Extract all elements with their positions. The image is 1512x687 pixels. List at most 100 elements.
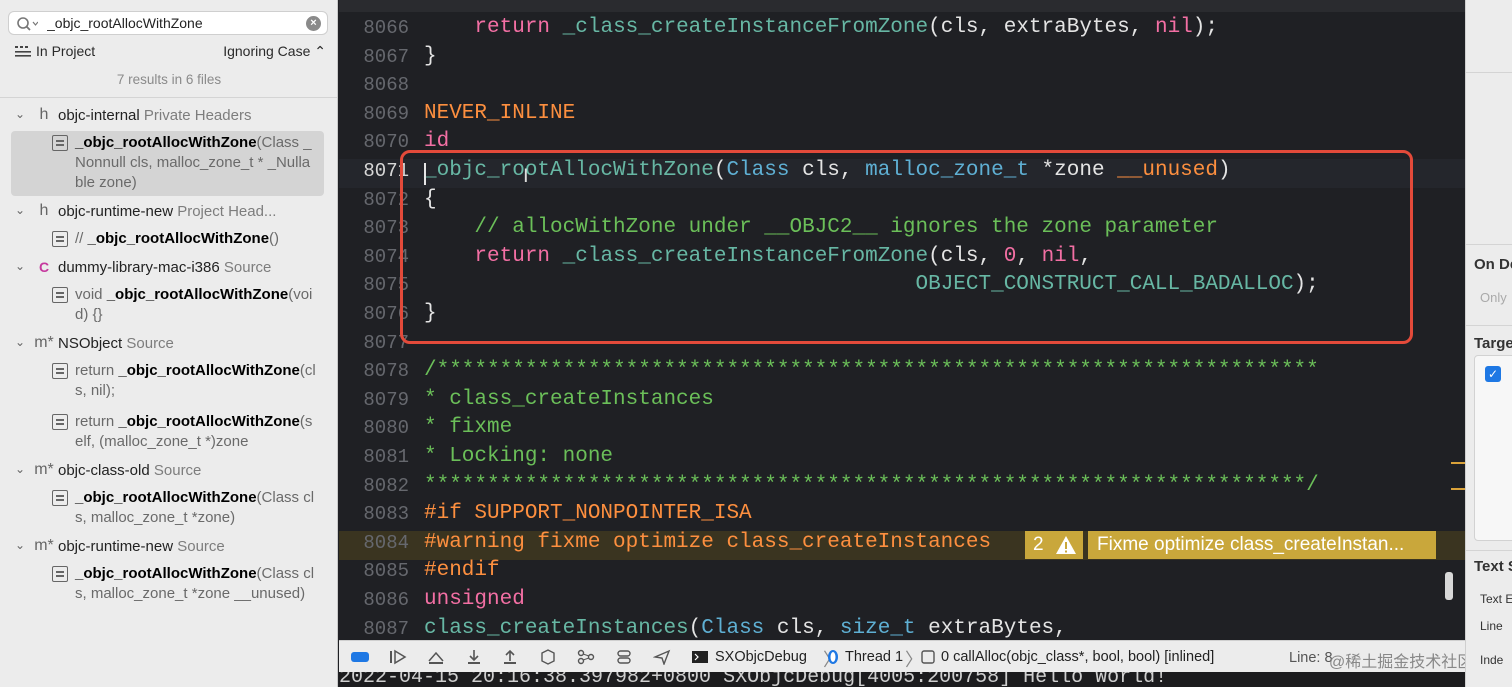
result-match[interactable]: return _objc_rootAllocWithZone(self, (ma… [11, 410, 324, 455]
simulate-location-icon[interactable] [653, 649, 671, 665]
c-file-icon: C [38, 259, 50, 275]
code-line[interactable]: * class_createInstances [424, 388, 714, 411]
line-endings-label: Line [1480, 619, 1503, 633]
code-token: nil [1154, 16, 1193, 39]
search-field-container[interactable]: × [8, 11, 328, 35]
line-number[interactable]: 8077 [339, 332, 409, 354]
result-match[interactable]: _objc_rootAllocWithZone(Class cls, mallo… [11, 486, 324, 531]
code-line[interactable]: #endif [424, 559, 500, 582]
disclosure-chevron-icon[interactable]: ⌄ [15, 259, 25, 273]
search-match-icon [52, 135, 68, 151]
editor-scrollbar[interactable] [1445, 572, 1453, 600]
code-token: NEVER_INLINE [424, 101, 576, 125]
result-file-name: objc-runtime-new Project Head... [58, 203, 276, 220]
result-file-4[interactable]: ⌄ m* objc-class-old Source [0, 461, 337, 483]
environment-overrides-icon[interactable] [615, 649, 633, 665]
line-number[interactable]: 8071 [339, 160, 409, 182]
result-match[interactable]: void _objc_rootAllocWithZone(void) {} [11, 283, 324, 328]
code-line[interactable]: NEVER_INLINE [424, 102, 575, 125]
code-line[interactable]: unsigned [424, 588, 525, 611]
line-number[interactable]: 8069 [339, 103, 409, 125]
code-line[interactable]: return _class_createInstanceFromZone(cls… [424, 16, 1218, 39]
warning-count-badge[interactable]: 2 [1025, 531, 1083, 559]
line-number[interactable]: 8066 [339, 17, 409, 39]
target-checkbox[interactable]: ✓ [1485, 366, 1501, 382]
code-line[interactable]: } [424, 45, 437, 68]
match-suffix: () [269, 230, 280, 247]
warning-message[interactable]: Fixme optimize class_createInstan... [1088, 531, 1436, 559]
result-file-0[interactable]: ⌄ h objc-internal Private Headers [0, 106, 337, 128]
disclosure-chevron-icon[interactable]: ⌄ [15, 107, 25, 121]
result-file-5[interactable]: ⌄ m* objc-runtime-new Source [0, 537, 337, 559]
debug-stack-frame[interactable]: 0 callAlloc(objc_class*, bool, bool) [in… [941, 649, 1214, 665]
debug-console[interactable]: 2022-04-15 20:16:38.397982+0800 SXObjcDe… [339, 672, 1465, 687]
line-number[interactable]: 8083 [339, 503, 409, 525]
code-line[interactable]: #warning fixme optimize class_createInst… [424, 531, 991, 554]
divider [1466, 244, 1512, 245]
code-line[interactable]: * Locking: none [424, 445, 613, 468]
scope-list-icon[interactable] [15, 46, 31, 58]
line-number[interactable]: 8073 [339, 217, 409, 239]
result-file-1[interactable]: ⌄ h objc-runtime-new Project Head... [0, 202, 337, 224]
search-icon[interactable] [16, 15, 38, 33]
code-line[interactable]: #if SUPPORT_NONPOINTER_ISA [424, 502, 752, 525]
debug-scheme-name[interactable]: SXObjcDebug [715, 649, 807, 665]
search-match-icon [52, 363, 68, 379]
file-kind: Project Head... [177, 203, 277, 220]
result-match[interactable]: _objc_rootAllocWithZone(Class _Nonnull c… [11, 131, 324, 196]
line-number[interactable]: 8075 [339, 274, 409, 296]
result-match[interactable]: _objc_rootAllocWithZone(Class cls, mallo… [11, 562, 324, 607]
code-token: ( [688, 616, 702, 640]
view-hierarchy-icon[interactable] [539, 649, 557, 665]
search-input[interactable] [47, 14, 297, 32]
search-scope-label[interactable]: In Project [36, 43, 95, 59]
clear-search-icon[interactable]: × [306, 16, 321, 31]
thread-icon [828, 650, 838, 664]
continue-icon[interactable] [389, 649, 407, 665]
code-line[interactable]: * fixme [424, 416, 512, 439]
line-number[interactable]: 8087 [339, 618, 409, 640]
step-into-icon[interactable] [465, 649, 483, 665]
minimap-marker [1451, 488, 1465, 490]
disclosure-chevron-icon[interactable]: ⌄ [15, 538, 25, 552]
case-sensitivity-dropdown[interactable]: Ignoring Case ⌃ [223, 43, 326, 60]
line-number[interactable]: 8085 [339, 560, 409, 582]
line-number[interactable]: 8072 [339, 189, 409, 211]
result-match[interactable]: return _objc_rootAllocWithZone(cls, nil)… [11, 359, 324, 404]
jump-bar-edge [339, 0, 1465, 12]
code-line[interactable]: /***************************************… [424, 359, 1319, 382]
line-number[interactable]: 8067 [339, 46, 409, 68]
result-file-3[interactable]: ⌄ m* NSObject Source [0, 334, 337, 356]
line-number[interactable]: 8082 [339, 475, 409, 497]
step-out-icon[interactable] [501, 649, 519, 665]
file-inspector: On De Only Targe ✓ Text S Text E Line In… [1465, 0, 1512, 687]
line-number[interactable]: 8086 [339, 589, 409, 611]
line-number[interactable]: 8080 [339, 417, 409, 439]
line-number[interactable]: 8074 [339, 246, 409, 268]
file-kind: Source [223, 259, 272, 276]
match-term: _objc_rootAllocWithZone [118, 413, 300, 430]
line-number[interactable]: 8076 [339, 303, 409, 325]
code-line[interactable]: ****************************************… [424, 474, 1319, 497]
source-editor[interactable]: 8066 return _class_createInstanceFromZon… [339, 0, 1465, 640]
result-file-2[interactable]: ⌄ Cdummy-library-mac-i386 Source [0, 258, 337, 280]
line-number[interactable]: 8070 [339, 131, 409, 153]
result-match[interactable]: // _objc_rootAllocWithZone() [11, 227, 324, 252]
disclosure-chevron-icon[interactable]: ⌄ [15, 462, 25, 476]
line-number[interactable]: 8081 [339, 446, 409, 468]
line-number[interactable]: 8078 [339, 360, 409, 382]
line-number[interactable]: 8084 [339, 532, 409, 554]
divider [1466, 72, 1512, 73]
code-line[interactable]: class_createInstances(Class cls, size_t … [424, 617, 1067, 640]
memory-graph-icon[interactable] [577, 649, 595, 665]
disclosure-chevron-icon[interactable]: ⌄ [15, 203, 25, 217]
line-number[interactable]: 8068 [339, 74, 409, 96]
code-token: ****************************************… [424, 473, 1319, 497]
code-token: * class_createInstances [424, 387, 714, 411]
debug-thread[interactable]: Thread 1 [845, 649, 903, 665]
toggle-console-icon[interactable] [351, 649, 369, 665]
line-number[interactable]: 8079 [339, 389, 409, 411]
search-match-icon [52, 231, 68, 247]
step-over-icon[interactable] [427, 649, 445, 665]
disclosure-chevron-icon[interactable]: ⌄ [15, 335, 25, 349]
